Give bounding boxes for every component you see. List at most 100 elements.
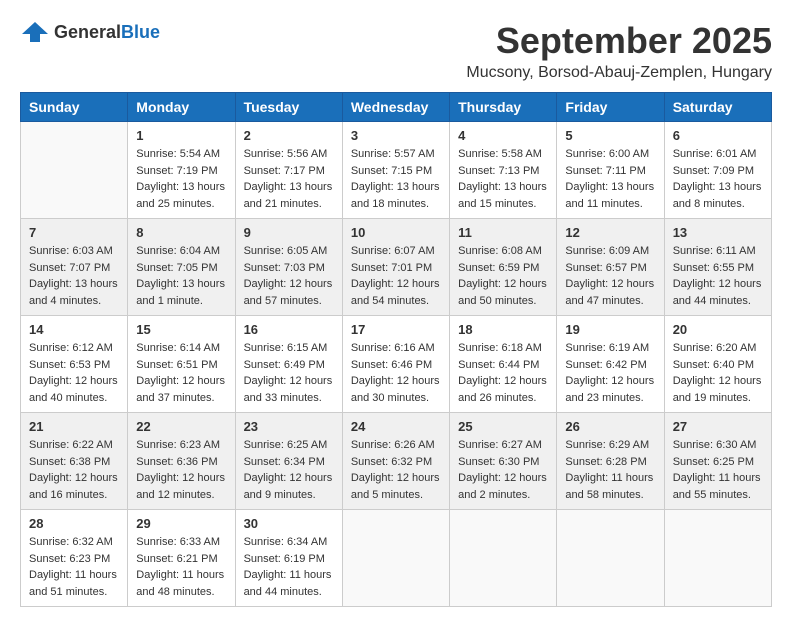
day-info: Sunrise: 6:11 AM Sunset: 6:55 PM Dayligh… <box>673 243 763 309</box>
day-number: 8 <box>136 225 226 240</box>
weekday-header-tuesday: Tuesday <box>235 93 342 122</box>
calendar-week-row: 21Sunrise: 6:22 AM Sunset: 6:38 PM Dayli… <box>21 413 772 510</box>
day-number: 2 <box>244 128 334 143</box>
weekday-header-saturday: Saturday <box>664 93 771 122</box>
calendar-cell: 2Sunrise: 5:56 AM Sunset: 7:17 PM Daylig… <box>235 122 342 219</box>
calendar-cell: 4 Sunrise: 5:58 AM Sunset: 7:13 PM Daylig… <box>450 122 557 219</box>
day-number: 13 <box>673 225 763 240</box>
calendar-week-row: 1 Sunrise: 5:54 AM Sunset: 7:19 PM Daylig… <box>21 122 772 219</box>
day-info: Sunrise: 6:29 AM Sunset: 6:28 PM Dayligh… <box>565 437 655 503</box>
calendar-cell: 22 Sunrise: 6:23 AM Sunset: 6:36 PM Dayli… <box>128 413 235 510</box>
calendar-cell: 5 Sunrise: 6:00 AM Sunset: 7:11 PM Daylig… <box>557 122 664 219</box>
day-number: 15 <box>136 322 226 337</box>
calendar-cell <box>450 510 557 607</box>
day-info: Sunrise: 6:09 AM Sunset: 6:57 PM Dayligh… <box>565 243 655 309</box>
day-number: 21 <box>29 419 119 434</box>
day-number: 5 <box>565 128 655 143</box>
calendar-cell: 14 Sunrise: 6:12 AM Sunset: 6:53 PM Dayli… <box>21 316 128 413</box>
day-number: 12 <box>565 225 655 240</box>
day-number: 26 <box>565 419 655 434</box>
day-number: 16 <box>244 322 334 337</box>
calendar-cell: 11 Sunrise: 6:08 AM Sunset: 6:59 PM Dayli… <box>450 219 557 316</box>
calendar-cell: 13 Sunrise: 6:11 AM Sunset: 6:55 PM Dayli… <box>664 219 771 316</box>
day-number: 9 <box>244 225 334 240</box>
calendar-cell: 25 Sunrise: 6:27 AM Sunset: 6:30 PM Dayli… <box>450 413 557 510</box>
day-info: Sunrise: 5:54 AM Sunset: 7:19 PM Dayligh… <box>136 146 226 212</box>
day-number: 29 <box>136 516 226 531</box>
day-number: 11 <box>458 225 548 240</box>
day-info: Sunrise: 6:12 AM Sunset: 6:53 PM Dayligh… <box>29 340 119 406</box>
calendar-cell: 7Sunrise: 6:03 AM Sunset: 7:07 PM Daylig… <box>21 219 128 316</box>
day-info: Sunrise: 6:16 AM Sunset: 6:46 PM Dayligh… <box>351 340 441 406</box>
calendar-week-row: 7Sunrise: 6:03 AM Sunset: 7:07 PM Daylig… <box>21 219 772 316</box>
logo-text-blue: Blue <box>121 22 160 42</box>
day-info: Sunrise: 6:15 AM Sunset: 6:49 PM Dayligh… <box>244 340 334 406</box>
calendar-cell: 3 Sunrise: 5:57 AM Sunset: 7:15 PM Daylig… <box>342 122 449 219</box>
day-number: 19 <box>565 322 655 337</box>
day-info: Sunrise: 6:00 AM Sunset: 7:11 PM Dayligh… <box>565 146 655 212</box>
calendar-cell: 23 Sunrise: 6:25 AM Sunset: 6:34 PM Dayli… <box>235 413 342 510</box>
day-number: 22 <box>136 419 226 434</box>
day-number: 24 <box>351 419 441 434</box>
day-number: 4 <box>458 128 548 143</box>
day-number: 18 <box>458 322 548 337</box>
calendar-cell <box>664 510 771 607</box>
weekday-header-friday: Friday <box>557 93 664 122</box>
logo-icon <box>20 20 50 44</box>
calendar-cell: 16 Sunrise: 6:15 AM Sunset: 6:49 PM Dayli… <box>235 316 342 413</box>
day-number: 1 <box>136 128 226 143</box>
weekday-header-row: SundayMondayTuesdayWednesdayThursdayFrid… <box>21 93 772 122</box>
page-header: GeneralBlue September 2025 Mucsony, Bors… <box>20 20 772 82</box>
day-number: 14 <box>29 322 119 337</box>
month-title: September 2025 <box>466 20 772 62</box>
calendar-cell: 1 Sunrise: 5:54 AM Sunset: 7:19 PM Daylig… <box>128 122 235 219</box>
calendar-cell: 18 Sunrise: 6:18 AM Sunset: 6:44 PM Dayli… <box>450 316 557 413</box>
calendar-cell: 30Sunrise: 6:34 AM Sunset: 6:19 PM Dayli… <box>235 510 342 607</box>
calendar-cell: 12 Sunrise: 6:09 AM Sunset: 6:57 PM Dayli… <box>557 219 664 316</box>
calendar-cell <box>21 122 128 219</box>
day-info: Sunrise: 6:30 AM Sunset: 6:25 PM Dayligh… <box>673 437 763 503</box>
logo: GeneralBlue <box>20 20 160 44</box>
day-info: Sunrise: 6:19 AM Sunset: 6:42 PM Dayligh… <box>565 340 655 406</box>
calendar-cell: 15 Sunrise: 6:14 AM Sunset: 6:51 PM Dayli… <box>128 316 235 413</box>
day-info: Sunrise: 6:07 AM Sunset: 7:01 PM Dayligh… <box>351 243 441 309</box>
calendar-cell: 17 Sunrise: 6:16 AM Sunset: 6:46 PM Dayli… <box>342 316 449 413</box>
day-number: 17 <box>351 322 441 337</box>
calendar-cell: 27Sunrise: 6:30 AM Sunset: 6:25 PM Dayli… <box>664 413 771 510</box>
calendar-cell: 19 Sunrise: 6:19 AM Sunset: 6:42 PM Dayli… <box>557 316 664 413</box>
day-info: Sunrise: 6:20 AM Sunset: 6:40 PM Dayligh… <box>673 340 763 406</box>
calendar-cell: 8Sunrise: 6:04 AM Sunset: 7:05 PM Daylig… <box>128 219 235 316</box>
day-number: 23 <box>244 419 334 434</box>
day-number: 6 <box>673 128 763 143</box>
calendar-cell: 10 Sunrise: 6:07 AM Sunset: 7:01 PM Dayli… <box>342 219 449 316</box>
day-number: 28 <box>29 516 119 531</box>
day-info: Sunrise: 5:58 AM Sunset: 7:13 PM Dayligh… <box>458 146 548 212</box>
calendar-cell: 24 Sunrise: 6:26 AM Sunset: 6:32 PM Dayli… <box>342 413 449 510</box>
location-title: Mucsony, Borsod-Abauj-Zemplen, Hungary <box>466 64 772 82</box>
calendar-cell: 6Sunrise: 6:01 AM Sunset: 7:09 PM Daylig… <box>664 122 771 219</box>
day-info: Sunrise: 6:14 AM Sunset: 6:51 PM Dayligh… <box>136 340 226 406</box>
weekday-header-sunday: Sunday <box>21 93 128 122</box>
calendar-cell: 28 Sunrise: 6:32 AM Sunset: 6:23 PM Dayli… <box>21 510 128 607</box>
day-info: Sunrise: 6:23 AM Sunset: 6:36 PM Dayligh… <box>136 437 226 503</box>
day-info: Sunrise: 5:57 AM Sunset: 7:15 PM Dayligh… <box>351 146 441 212</box>
day-info: Sunrise: 6:18 AM Sunset: 6:44 PM Dayligh… <box>458 340 548 406</box>
logo-text-general: General <box>54 22 121 42</box>
day-info: Sunrise: 6:26 AM Sunset: 6:32 PM Dayligh… <box>351 437 441 503</box>
calendar-cell: 29Sunrise: 6:33 AM Sunset: 6:21 PM Dayli… <box>128 510 235 607</box>
weekday-header-wednesday: Wednesday <box>342 93 449 122</box>
day-info: Sunrise: 6:25 AM Sunset: 6:34 PM Dayligh… <box>244 437 334 503</box>
day-number: 20 <box>673 322 763 337</box>
day-info: Sunrise: 6:05 AM Sunset: 7:03 PM Dayligh… <box>244 243 334 309</box>
title-section: September 2025 Mucsony, Borsod-Abauj-Zem… <box>466 20 772 82</box>
day-info: Sunrise: 6:08 AM Sunset: 6:59 PM Dayligh… <box>458 243 548 309</box>
day-number: 30 <box>244 516 334 531</box>
day-info: Sunrise: 6:27 AM Sunset: 6:30 PM Dayligh… <box>458 437 548 503</box>
day-number: 10 <box>351 225 441 240</box>
calendar-cell: 21Sunrise: 6:22 AM Sunset: 6:38 PM Dayli… <box>21 413 128 510</box>
day-info: Sunrise: 6:03 AM Sunset: 7:07 PM Dayligh… <box>29 243 119 309</box>
day-number: 25 <box>458 419 548 434</box>
day-info: Sunrise: 6:32 AM Sunset: 6:23 PM Dayligh… <box>29 534 119 600</box>
calendar-week-row: 28 Sunrise: 6:32 AM Sunset: 6:23 PM Dayli… <box>21 510 772 607</box>
day-number: 3 <box>351 128 441 143</box>
